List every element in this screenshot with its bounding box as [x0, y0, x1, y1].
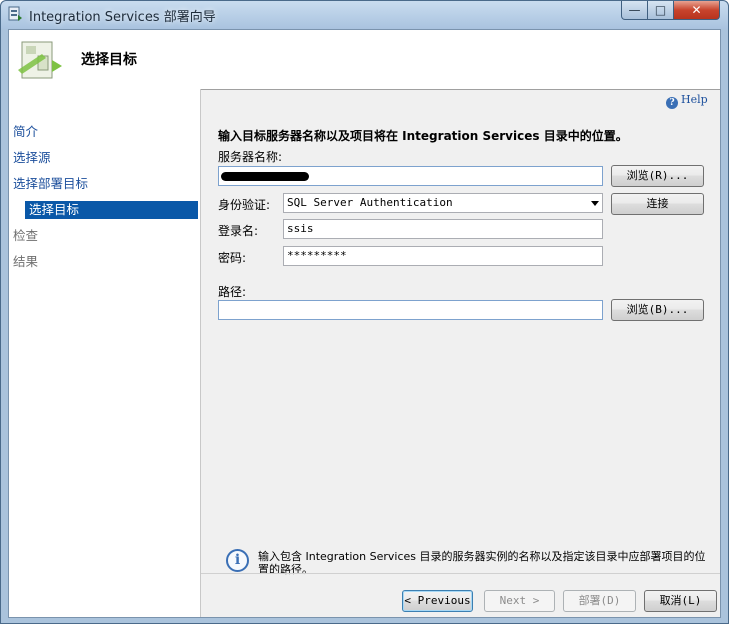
server-name-label: 服务器名称:	[218, 150, 283, 164]
minimize-button[interactable]: —	[621, 1, 648, 20]
server-name-input[interactable]	[218, 166, 603, 186]
auth-label: 身份验证:	[218, 198, 271, 212]
path-input[interactable]	[218, 300, 603, 320]
title-bar[interactable]: Integration Services 部署向导 — □ ✕	[1, 1, 728, 29]
nav-item-select-destination[interactable]: 选择目标	[25, 201, 198, 219]
nav-item-intro[interactable]: 简介	[13, 123, 38, 141]
previous-button[interactable]: < Previous	[402, 590, 473, 612]
app-icon	[8, 6, 22, 21]
help-link[interactable]: ? Help	[666, 93, 708, 109]
close-button[interactable]: ✕	[673, 1, 720, 20]
window-title: Integration Services 部署向导	[29, 10, 216, 25]
redacted-value	[221, 172, 309, 181]
password-label: 密码:	[218, 251, 247, 265]
connect-button[interactable]: 连接	[611, 193, 704, 215]
nav-item-select-source[interactable]: 选择源	[13, 149, 51, 167]
instruction-text: 输入目标服务器名称以及项目将在 Integration Services 目录中…	[218, 129, 628, 143]
page-title: 选择目标	[81, 52, 137, 68]
wizard-window: Integration Services 部署向导 — □ ✕ 选择目标 简介 …	[0, 0, 729, 624]
path-label: 路径:	[218, 285, 247, 299]
browse-path-button[interactable]: 浏览(B)...	[611, 299, 704, 321]
help-icon: ?	[666, 97, 678, 109]
deploy-button[interactable]: 部署(D)	[563, 590, 636, 612]
nav-item-review: 检查	[13, 228, 39, 243]
nav-item-select-deploy-target[interactable]: 选择部署目标	[13, 175, 88, 193]
footer-divider	[201, 573, 720, 574]
wizard-header: 选择目标	[9, 30, 720, 90]
wizard-header-icon	[18, 41, 62, 79]
next-button[interactable]: Next >	[484, 590, 555, 612]
chevron-down-icon	[591, 201, 599, 206]
nav-item-results: 结果	[13, 254, 39, 269]
maximize-button[interactable]: □	[647, 1, 674, 20]
cancel-button[interactable]: 取消(L)	[644, 590, 717, 612]
wizard-content: ? Help 输入目标服务器名称以及项目将在 Integration Servic…	[201, 89, 720, 617]
help-label: Help	[681, 93, 708, 106]
wizard-nav: 简介 选择源 选择部署目标 选择目标 检查 结果	[9, 89, 201, 617]
password-input[interactable]: *********	[283, 246, 603, 266]
browse-server-button[interactable]: 浏览(R)...	[611, 165, 704, 187]
auth-select[interactable]: SQL Server Authentication	[283, 193, 603, 213]
wizard-client-area: 选择目标 简介 选择源 选择部署目标 选择目标 检查 结果 ? Help 输入目标…	[8, 29, 721, 618]
login-input[interactable]: ssis	[283, 219, 603, 239]
info-icon: i	[226, 549, 249, 572]
login-label: 登录名:	[218, 224, 259, 238]
